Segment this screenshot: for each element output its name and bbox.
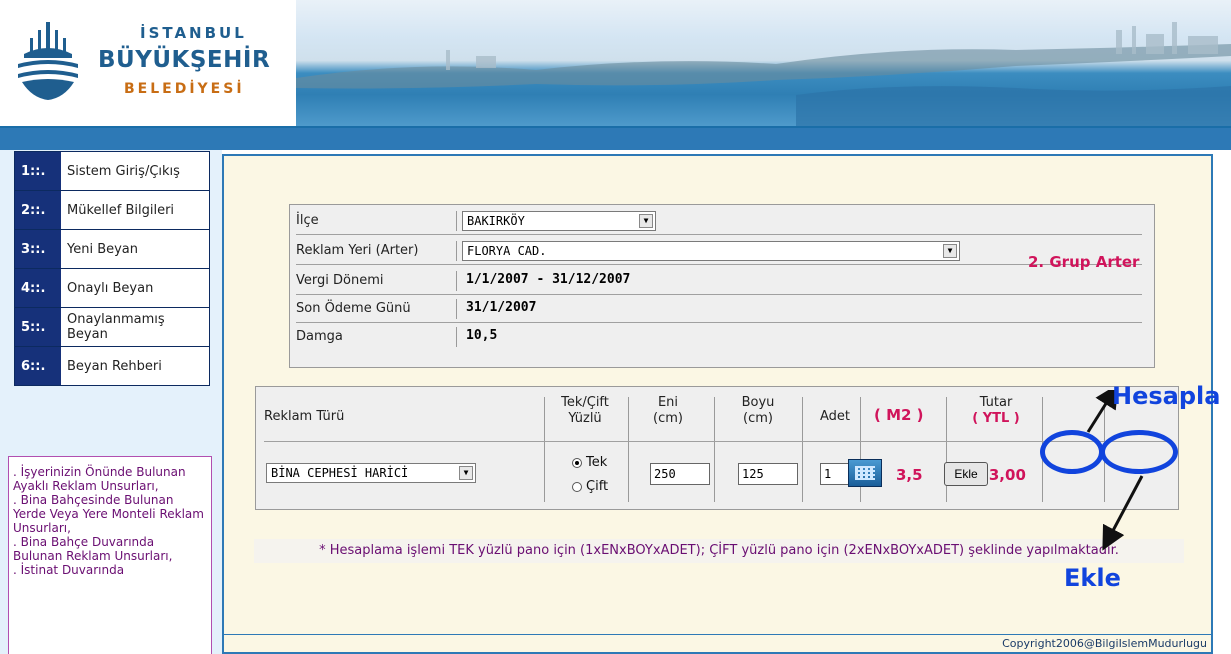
- row-damga: Damga 10,5: [290, 323, 1154, 351]
- chevron-down-icon: ▼: [459, 466, 473, 480]
- damga-label: Damga: [296, 329, 343, 344]
- ad-types-notes: . İşyerinizin Önünde Bulunan Ayaklı Rekl…: [8, 456, 212, 654]
- sidebar-item-yeni-beyan[interactable]: 3::. Yeni Beyan: [14, 229, 210, 269]
- header-eni: Eni (cm): [653, 395, 683, 426]
- sidebar-item-label: Beyan Rehberi: [67, 358, 162, 374]
- reklam-turu-select[interactable]: BİNA CEPHESİ HARİCİ ▼: [266, 463, 476, 483]
- calculate-button[interactable]: [848, 459, 882, 487]
- header-boyu: Boyu (cm): [741, 395, 775, 426]
- calculator-icon: [855, 466, 875, 480]
- header: İSTANBUL BÜYÜKŞEHİR BELEDİYESİ: [0, 0, 1231, 128]
- menu-number: 6::.: [15, 347, 61, 385]
- radio-tek-label: Tek: [586, 455, 608, 470]
- son-odeme-value: 31/1/2007: [466, 300, 537, 315]
- header-adet: Adet: [820, 409, 851, 424]
- sidebar-item-onayli-beyan[interactable]: 4::. Onaylı Beyan: [14, 268, 210, 308]
- banner-image: [296, 0, 1231, 126]
- skyline-image: [296, 22, 1231, 126]
- note-line: . İşyerinizin Önünde Bulunan Ayaklı Rekl…: [13, 465, 186, 493]
- menu-number: 5::.: [15, 308, 61, 346]
- chevron-down-icon: ▼: [639, 214, 653, 228]
- note-line: . İstinat Duvarında: [13, 563, 125, 577]
- row-ilce: İlçe BAKIRKÖY ▼: [290, 207, 1154, 235]
- menu-number: 4::.: [15, 269, 61, 307]
- reklam-yeri-value: FLORYA CAD.: [467, 244, 547, 258]
- ilce-label: İlçe: [296, 213, 319, 228]
- sidebar-menu: 1::. Sistem Giriş/Çıkış 2::. Mükellef Bi…: [14, 151, 210, 386]
- header-band: [0, 128, 1231, 150]
- son-odeme-label: Son Ödeme Günü: [296, 301, 411, 316]
- note-line: . Bina Bahçe Duvarında Bulunan Reklam Un…: [13, 535, 173, 563]
- note-line: . Bina Bahçesinde Bulunan Yerde Veya Yer…: [13, 493, 204, 535]
- menu-number: 1::.: [15, 152, 61, 190]
- calculation-footnote: * Hesaplama işlemi TEK yüzlü pano için (…: [254, 539, 1184, 563]
- sidebar: 1::. Sistem Giriş/Çıkış 2::. Mükellef Bi…: [0, 150, 222, 654]
- annotation-hesapla: Hesapla: [1112, 382, 1221, 410]
- city-emblem-icon: [18, 22, 78, 100]
- row-son-odeme: Son Ödeme Günü 31/1/2007: [290, 295, 1154, 323]
- tutar-label: Tutar: [979, 395, 1013, 410]
- sidebar-item-beyan-rehberi[interactable]: 6::. Beyan Rehberi: [14, 346, 210, 386]
- radio-cift[interactable]: Çift: [572, 479, 608, 494]
- sidebar-item-label: Mükellef Bilgileri: [67, 202, 175, 218]
- sidebar-item-sistem-giris[interactable]: 1::. Sistem Giriş/Çıkış: [14, 151, 210, 191]
- radio-unselected-icon: [572, 481, 582, 492]
- vergi-donemi-label: Vergi Dönemi: [296, 273, 384, 288]
- radio-tek[interactable]: Tek: [572, 455, 607, 470]
- m2-value: 3,5: [896, 466, 923, 484]
- sidebar-item-label: Yeni Beyan: [67, 241, 139, 257]
- reklam-turu-value: BİNA CEPHESİ HARİCİ: [271, 466, 409, 480]
- tutar-unit: ( YTL ): [972, 411, 1020, 426]
- radio-selected-icon: [572, 457, 582, 468]
- vergi-donemi-value: 1/1/2007 - 31/12/2007: [466, 272, 631, 287]
- header-tutar: Tutar ( YTL ): [956, 395, 1036, 427]
- header-reklam-turu: Reklam Türü: [264, 409, 345, 424]
- logo-text-istanbul: İSTANBUL: [140, 24, 247, 42]
- boyu-input[interactable]: 125: [738, 463, 798, 485]
- info-table: İlçe BAKIRKÖY ▼ Reklam Yeri (Arter) FLOR…: [289, 204, 1155, 368]
- menu-number: 2::.: [15, 191, 61, 229]
- chevron-down-icon: ▼: [943, 244, 957, 258]
- ilce-value: BAKIRKÖY: [467, 214, 525, 228]
- logo-text-buyuksehir: BÜYÜKŞEHİR: [98, 47, 271, 73]
- row-reklam-yeri: Reklam Yeri (Arter) FLORYA CAD. ▼: [290, 237, 1154, 265]
- sidebar-item-label: Onaylı Beyan: [67, 280, 154, 296]
- radio-cift-label: Çift: [586, 479, 609, 494]
- copyright-text: Copyright2006@BilgiIslemMudurlugu: [224, 634, 1211, 652]
- sidebar-item-label: Onaylanmamış Beyan: [67, 312, 165, 342]
- ilce-select[interactable]: BAKIRKÖY ▼: [462, 211, 656, 231]
- header-tek-cift: Tek/Çift Yüzlü: [561, 395, 609, 426]
- annotation-ekle: Ekle: [1064, 564, 1121, 592]
- logo: İSTANBUL BÜYÜKŞEHİR BELEDİYESİ: [0, 0, 292, 126]
- eni-input[interactable]: 250: [650, 463, 710, 485]
- ekle-button[interactable]: Ekle: [944, 462, 988, 486]
- sidebar-item-label: Sistem Giriş/Çıkış: [67, 163, 180, 179]
- row-vergi-donemi: Vergi Dönemi 1/1/2007 - 31/12/2007: [290, 267, 1154, 295]
- sidebar-item-mukellef[interactable]: 2::. Mükellef Bilgileri: [14, 190, 210, 230]
- reklam-yeri-select[interactable]: FLORYA CAD. ▼: [462, 241, 960, 261]
- logo-text-belediyesi: BELEDİYESİ: [124, 81, 245, 97]
- sidebar-item-onaylanmamis-beyan[interactable]: 5::. Onaylanmamış Beyan: [14, 307, 210, 347]
- header-m2: ( M2 ): [874, 406, 924, 424]
- menu-number: 3::.: [15, 230, 61, 268]
- damga-value: 10,5: [466, 328, 498, 343]
- reklam-yeri-label: Reklam Yeri (Arter): [296, 243, 419, 258]
- grup-arter-label: 2. Grup Arter: [1028, 253, 1140, 271]
